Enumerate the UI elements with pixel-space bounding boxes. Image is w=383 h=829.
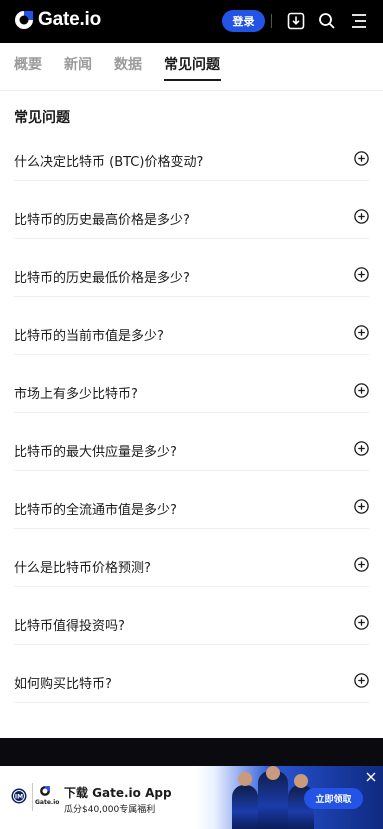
expand-plus-icon[interactable] xyxy=(354,673,369,688)
faq-question: 如何购买比特币? xyxy=(14,677,112,692)
faq-item[interactable]: 比特币的最大供应量是多少? xyxy=(14,413,369,471)
top-bar: Gate.io 登录 xyxy=(0,0,383,43)
banner-subtitle: 瓜分$40,000专属福利 xyxy=(64,805,156,815)
tab-overview[interactable]: 概要 xyxy=(14,54,42,74)
expand-plus-icon[interactable] xyxy=(354,499,369,514)
active-tab-indicator xyxy=(164,79,221,81)
faq-item[interactable]: 比特币的全流通市值是多少? xyxy=(14,471,369,529)
gate-logo-icon xyxy=(15,11,33,29)
faq-list: 什么决定比特币 (BTC)价格变动? 比特币的历史最高价格是多少? 比特币的历史… xyxy=(14,123,369,703)
faq-question: 比特币的历史最低价格是多少? xyxy=(14,271,190,286)
player-figure xyxy=(232,785,258,829)
expand-plus-icon[interactable] xyxy=(354,615,369,630)
faq-item[interactable]: 如何购买比特币? xyxy=(14,645,369,703)
expand-plus-icon[interactable] xyxy=(354,325,369,340)
app-download-banner[interactable]: IM Gate.io 下载 Gate.io App 瓜分$40,000专属福利 … xyxy=(0,766,383,829)
faq-question: 比特币的全流通市值是多少? xyxy=(14,503,177,518)
faq-question: 比特币的最大供应量是多少? xyxy=(14,445,177,460)
expand-plus-icon[interactable] xyxy=(354,209,369,224)
gate-mini-text: Gate.io xyxy=(35,799,60,806)
gate-logo[interactable]: Gate.io xyxy=(13,9,101,31)
menu-icon[interactable] xyxy=(349,11,369,31)
faq-question: 比特币的当前市值是多少? xyxy=(14,329,164,344)
faq-question: 比特币值得投资吗? xyxy=(14,619,125,634)
expand-plus-icon[interactable] xyxy=(354,557,369,572)
faq-item[interactable]: 比特币的历史最高价格是多少? xyxy=(14,181,369,239)
faq-question: 比特币的历史最高价格是多少? xyxy=(14,213,190,228)
faq-question: 市场上有多少比特币? xyxy=(14,387,138,402)
search-icon[interactable] xyxy=(317,11,337,31)
faq-item[interactable]: 比特币的当前市值是多少? xyxy=(14,297,369,355)
brand-name: Gate.io xyxy=(38,9,102,30)
faq-item[interactable]: 比特币值得投资吗? xyxy=(14,587,369,645)
tab-faq[interactable]: 常见问题 xyxy=(164,54,220,74)
download-icon[interactable] xyxy=(286,11,306,31)
player-head xyxy=(266,766,280,780)
banner-title: 下载 Gate.io App xyxy=(64,786,172,800)
faq-question: 什么是比特币价格预测? xyxy=(14,561,151,576)
claim-now-button[interactable]: 立即领取 xyxy=(304,788,363,809)
gate-mini-logo: Gate.io xyxy=(32,783,60,811)
expand-plus-icon[interactable] xyxy=(354,267,369,282)
faq-question: 什么决定比特币 (BTC)价格变动? xyxy=(14,155,204,170)
expand-plus-icon[interactable] xyxy=(354,383,369,398)
faq-item[interactable]: 什么是比特币价格预测? xyxy=(14,529,369,587)
faq-item[interactable]: 比特币的历史最低价格是多少? xyxy=(14,239,369,297)
gate-logo-icon xyxy=(40,786,50,796)
player-head xyxy=(294,774,308,788)
tab-data[interactable]: 数据 xyxy=(114,54,142,74)
header-divider xyxy=(271,14,272,28)
expand-plus-icon[interactable] xyxy=(354,151,369,166)
player-head xyxy=(238,772,252,786)
expand-plus-icon[interactable] xyxy=(354,441,369,456)
close-icon[interactable] xyxy=(365,771,377,783)
faq-item[interactable]: 市场上有多少比特币? xyxy=(14,355,369,413)
tab-bar: 概要 新闻 数据 常见问题 xyxy=(0,43,383,91)
tab-news[interactable]: 新闻 xyxy=(64,54,92,74)
faq-item[interactable]: 什么决定比特币 (BTC)价格变动? xyxy=(14,123,369,181)
inter-club-logo-icon: IM xyxy=(11,788,27,804)
login-button[interactable]: 登录 xyxy=(222,10,265,32)
svg-text:IM: IM xyxy=(15,794,23,801)
